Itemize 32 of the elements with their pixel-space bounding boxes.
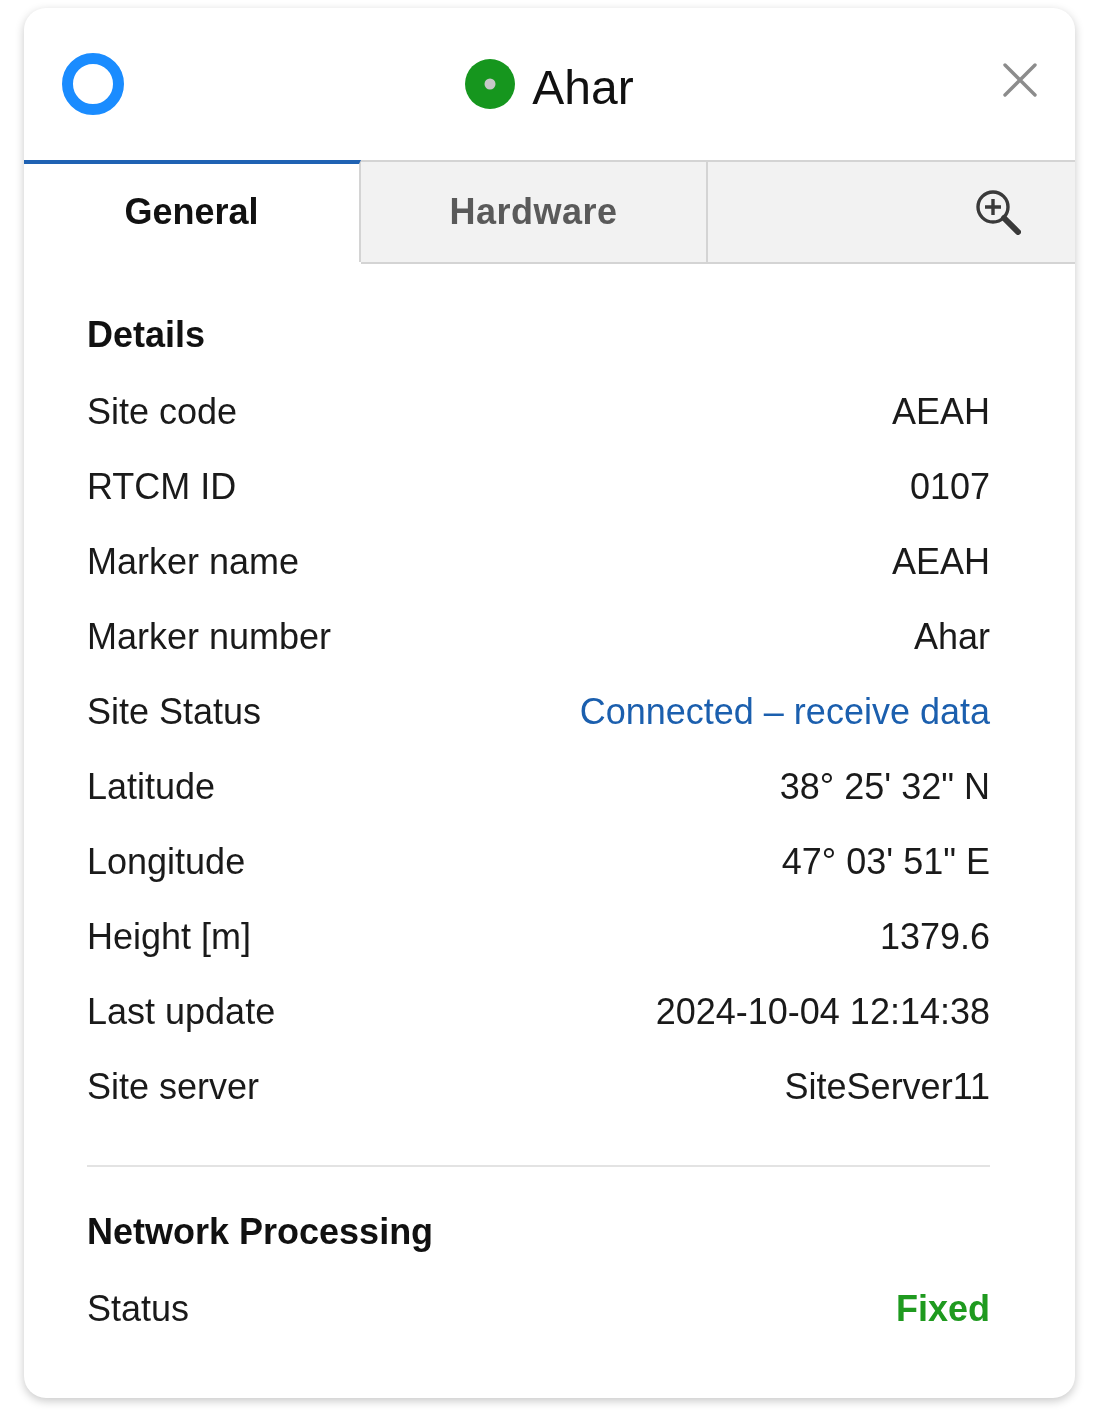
ring-icon — [62, 53, 124, 115]
close-icon — [1003, 63, 1037, 97]
zoom-in-button[interactable] — [975, 189, 1021, 235]
field-value: SiteServer11 — [784, 1064, 990, 1109]
field-label: Longitude — [87, 839, 246, 884]
section-heading: Details — [87, 313, 206, 357]
field-label: Marker name — [87, 539, 300, 584]
field-label: Site server — [87, 1064, 260, 1109]
field-label: Site code — [87, 389, 238, 434]
close-button[interactable] — [1003, 63, 1037, 97]
field-value: 2024-10-04 12:14:38 — [655, 989, 990, 1034]
field-value: 47° 03' 51" E — [781, 839, 990, 884]
zoom-in-icon — [975, 189, 1021, 235]
field-value: AEAH — [891, 389, 990, 434]
status-link[interactable]: Connected – receive data — [579, 689, 990, 734]
section-heading: Network Processing — [87, 1210, 434, 1254]
field-label: Marker number — [87, 614, 332, 659]
popup-title: Ahar — [532, 60, 634, 116]
field-value: AEAH — [891, 539, 990, 584]
field-label: Status — [87, 1286, 190, 1331]
field-label: Height [m] — [87, 914, 252, 959]
field-value: 0107 — [909, 464, 990, 509]
status-value: Fixed — [895, 1286, 990, 1331]
field-label: Last update — [87, 989, 276, 1034]
field-value: 1379.6 — [879, 914, 990, 959]
tab[interactable]: Hardware — [361, 162, 708, 264]
field-label: RTCM ID — [87, 464, 237, 509]
field-label: Site Status — [87, 689, 262, 734]
field-value: Ahar — [913, 614, 990, 659]
field-value: 38° 25' 32" N — [779, 764, 990, 809]
field-label: Latitude — [87, 764, 216, 809]
tab[interactable]: General — [24, 160, 361, 262]
